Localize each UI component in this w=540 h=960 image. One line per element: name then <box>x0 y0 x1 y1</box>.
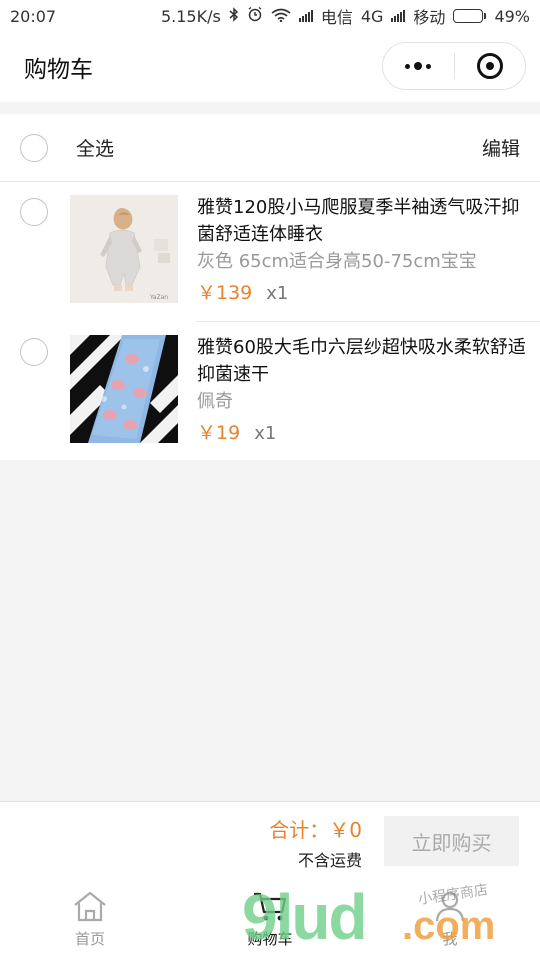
product-name[interactable]: 雅赞60股大毛巾六层纱超快吸水柔软舒适抑菌速干 <box>197 334 527 388</box>
shipping-note: 不含运费 <box>297 851 362 870</box>
buy-now-button[interactable]: 立即购买 <box>384 816 519 866</box>
product-spec: 灰色 65cm适合身高50-75cm宝宝 <box>197 251 477 272</box>
cart-list: YaZan 雅赞120股小马爬服夏季半袖透气吸汗抑菌舒适连体睡衣 灰色 65cm… <box>0 182 540 460</box>
select-all-bar: 全选 编辑 <box>0 114 540 182</box>
tab-cart[interactable]: 购物车 <box>180 878 360 960</box>
tab-home[interactable]: 首页 <box>0 878 180 960</box>
user-icon <box>432 890 468 926</box>
item-select-radio[interactable] <box>20 198 48 226</box>
page-title: 购物车 <box>24 57 93 83</box>
nav-bar: 购物车 <box>0 32 540 102</box>
network-speed: 5.15K/s <box>160 6 221 26</box>
home-icon <box>72 890 108 926</box>
bluetooth-icon <box>229 6 239 26</box>
svg-text:YaZan: YaZan <box>149 294 168 301</box>
item-info: 雅赞120股小马爬服夏季半袖透气吸汗抑菌舒适连体睡衣 灰色 65cm适合身高50… <box>197 194 527 305</box>
edit-button[interactable]: 编辑 <box>482 134 520 161</box>
carrier-1: 电信 <box>320 8 353 27</box>
product-quantity: x1 <box>266 283 289 304</box>
signal-icon-2 <box>391 10 406 22</box>
capsule-menu <box>382 42 526 90</box>
wifi-icon <box>271 7 291 26</box>
checkout-bar: 合计：￥0 不含运费 立即购买 <box>0 801 540 878</box>
tab-me[interactable]: 我 <box>360 878 540 960</box>
alarm-icon <box>247 6 263 26</box>
cart-item[interactable]: YaZan 雅赞120股小马爬服夏季半袖透气吸汗抑菌舒适连体睡衣 灰色 65cm… <box>0 182 540 321</box>
product-quantity: x1 <box>254 423 277 444</box>
cart-item[interactable]: 雅赞60股大毛巾六层纱超快吸水柔软舒适抑菌速干 佩奇 ￥19 x1 <box>20 321 540 460</box>
tab-label: 购物车 <box>247 930 293 948</box>
product-image[interactable] <box>70 335 178 443</box>
item-info: 雅赞60股大毛巾六层纱超快吸水柔软舒适抑菌速干 佩奇 ￥19 x1 <box>197 334 527 445</box>
product-image[interactable]: YaZan <box>70 195 178 303</box>
tab-bar: 首页 购物车 我 <box>0 878 540 960</box>
item-select-radio[interactable] <box>20 338 48 366</box>
close-miniprogram-button[interactable] <box>455 43 526 89</box>
signal-icon <box>298 10 313 22</box>
price-row: ￥19 x1 <box>197 418 527 445</box>
cart-icon <box>252 890 288 926</box>
carrier-2: 移动 <box>413 8 446 27</box>
status-bar: 20:07 5.15K/s 电信 4G 移动 49% <box>0 0 540 32</box>
battery-icon <box>453 9 487 23</box>
battery-percent: 49% <box>494 6 530 26</box>
status-time: 20:07 <box>10 6 57 26</box>
product-price: ￥19 <box>197 422 241 444</box>
select-all-radio[interactable] <box>20 133 48 162</box>
tab-label: 我 <box>442 930 458 948</box>
network-type: 4G <box>360 6 384 26</box>
price-row: ￥139 x1 <box>197 278 527 305</box>
product-name[interactable]: 雅赞120股小马爬服夏季半袖透气吸汗抑菌舒适连体睡衣 <box>197 194 527 248</box>
target-icon <box>476 53 503 79</box>
status-indicators: 5.15K/s 电信 4G 移动 49% <box>161 4 530 28</box>
more-button[interactable] <box>383 43 454 89</box>
product-price: ￥139 <box>197 282 253 304</box>
product-spec: 佩奇 <box>197 391 233 412</box>
tab-label: 首页 <box>74 930 105 948</box>
more-dots-icon <box>405 62 432 70</box>
total-block: 合计：￥0 不含运费 <box>269 814 362 871</box>
select-all-label[interactable]: 全选 <box>76 134 114 161</box>
total-amount: 合计：￥0 <box>269 818 362 842</box>
